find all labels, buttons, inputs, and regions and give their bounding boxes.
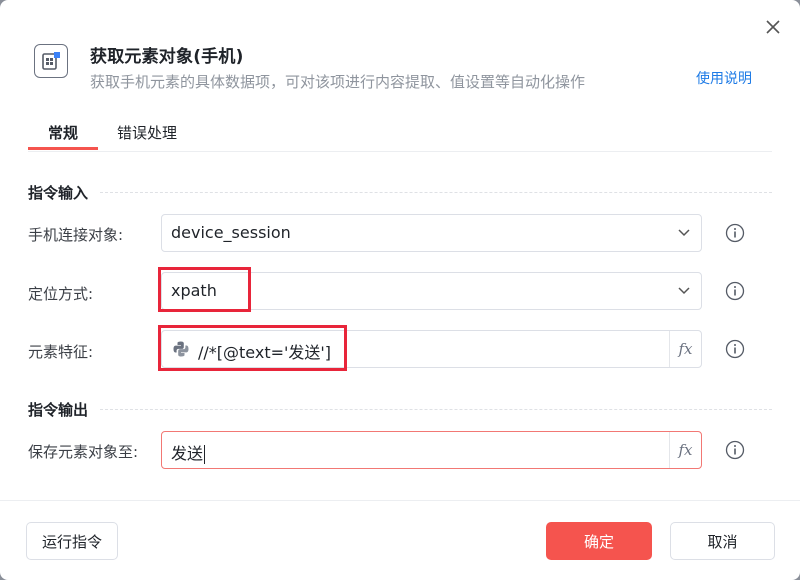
help-link[interactable]: 使用说明 xyxy=(696,68,752,88)
device-value: device_session xyxy=(171,223,291,242)
feature-value: //*[@text='发送'] xyxy=(198,343,332,362)
chevron-down-icon[interactable] xyxy=(675,282,693,300)
locate-label: 定位方式: xyxy=(28,285,94,303)
confirm-button[interactable]: 确定 xyxy=(546,522,652,560)
fx-button[interactable]: fx xyxy=(669,432,701,468)
section-divider xyxy=(100,192,772,193)
dialog-subtitle: 获取手机元素的具体数据项，可对该项进行内容提取、值设置等自动化操作 xyxy=(90,73,586,91)
tab-general[interactable]: 常规 xyxy=(48,122,78,143)
device-select[interactable]: device_session xyxy=(161,214,702,252)
info-icon[interactable] xyxy=(725,223,745,243)
info-icon[interactable] xyxy=(725,281,745,301)
feature-label: 元素特征: xyxy=(28,343,94,361)
save-to-input[interactable]: 发送 fx xyxy=(161,431,702,469)
locate-select[interactable]: xpath xyxy=(161,272,702,310)
save-to-value: 发送 xyxy=(171,444,206,464)
section-title-input: 指令输入 xyxy=(28,184,89,202)
dialog: 获取元素对象(手机) 获取手机元素的具体数据项，可对该项进行内容提取、值设置等自… xyxy=(0,0,800,580)
info-icon[interactable] xyxy=(725,440,745,460)
element-object-icon xyxy=(34,44,68,78)
tab-error-handling[interactable]: 错误处理 xyxy=(117,122,177,143)
device-label: 手机连接对象: xyxy=(28,226,124,244)
fx-button[interactable]: fx xyxy=(669,331,701,367)
chevron-down-icon[interactable] xyxy=(675,224,693,242)
text-caret xyxy=(204,445,206,464)
close-icon[interactable] xyxy=(760,14,786,40)
dialog-title: 获取元素对象(手机) xyxy=(90,47,244,67)
active-tab-indicator xyxy=(28,147,98,150)
save-to-label: 保存元素对象至: xyxy=(28,443,139,461)
cancel-button[interactable]: 取消 xyxy=(670,522,775,560)
run-command-button[interactable]: 运行指令 xyxy=(26,522,118,560)
section-title-output: 指令输出 xyxy=(28,401,89,419)
dialog-footer: 运行指令 确定 取消 xyxy=(0,500,800,580)
python-icon xyxy=(173,341,189,357)
feature-input[interactable]: //*[@text='发送'] fx xyxy=(161,330,702,368)
locate-value: xpath xyxy=(171,281,217,300)
info-icon[interactable] xyxy=(725,339,745,359)
section-divider xyxy=(100,409,772,410)
tab-bar: 常规 错误处理 xyxy=(28,112,772,152)
